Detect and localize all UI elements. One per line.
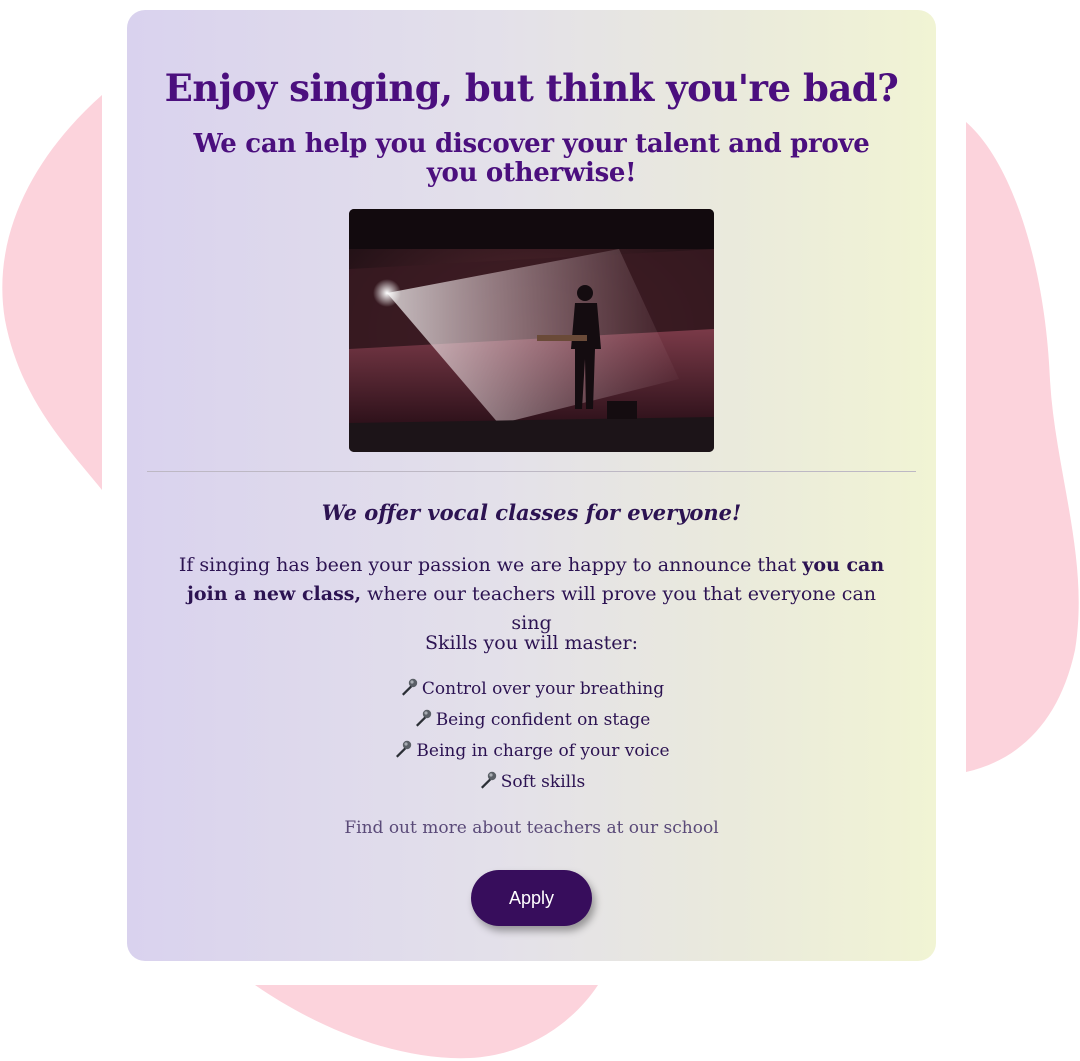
bottom-blob [255, 985, 598, 1059]
skill-label: Being confident on stage [435, 710, 651, 730]
skill-item: Soft skills [127, 768, 936, 799]
skill-label: Control over your breathing [421, 679, 665, 699]
left-blob [2, 95, 102, 490]
offer-intro: If singing has been your passion we are … [167, 551, 896, 638]
intro-text-end: where our teachers will prove you that e… [361, 583, 877, 634]
page-title: Enjoy singing, but think you're bad? [164, 66, 899, 110]
skills-heading: Skills you will master: [425, 632, 638, 654]
section-divider [147, 471, 916, 472]
microphone-icon [413, 708, 433, 728]
skill-item: Control over your breathing [127, 675, 936, 706]
promo-card: Enjoy singing, but think you're bad? We … [127, 10, 936, 961]
skill-item: Being in charge of your voice [127, 737, 936, 768]
skill-label: Being in charge of your voice [416, 741, 670, 761]
concert-photo [349, 209, 714, 452]
skill-label: Soft skills [500, 772, 586, 792]
right-blob [966, 122, 1079, 772]
microphone-icon [478, 770, 498, 790]
teachers-link[interactable]: Find out more about teachers at our scho… [127, 818, 936, 838]
intro-text-start: If singing has been your passion we are … [178, 554, 803, 576]
apply-button[interactable]: Apply [471, 870, 592, 926]
microphone-icon [399, 677, 419, 697]
skill-item: Being confident on stage [127, 706, 936, 737]
offer-tagline: We offer vocal classes for everyone! [321, 500, 742, 525]
page-subtitle: We can help you discover your talent and… [193, 129, 870, 188]
microphone-icon [393, 739, 413, 759]
skills-list: Control over your breathing Being confid… [127, 675, 936, 799]
